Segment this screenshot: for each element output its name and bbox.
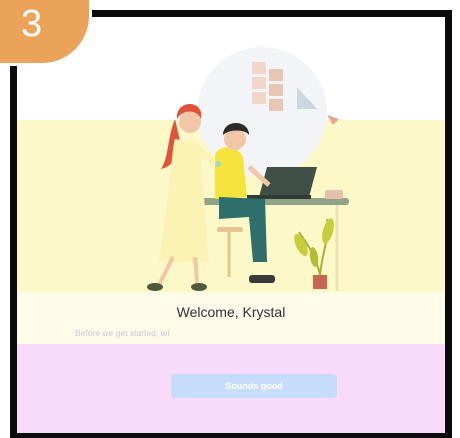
lamp-icon <box>327 115 339 125</box>
onboarding-screen: Welcome, Krystal Before we get started, … <box>0 0 460 438</box>
sounds-good-button[interactable]: Sounds good <box>171 374 337 398</box>
plant-icon <box>294 218 334 289</box>
mug-icon <box>325 190 343 199</box>
welcome-title: Welcome, Krystal <box>176 304 286 320</box>
onboarding-illustration <box>147 47 349 291</box>
onboarding-card: Welcome, Krystal Before we get started, … <box>10 10 452 438</box>
welcome-subtitle: Before we get started, tel <box>75 328 170 338</box>
step-number: 3 <box>21 3 43 45</box>
